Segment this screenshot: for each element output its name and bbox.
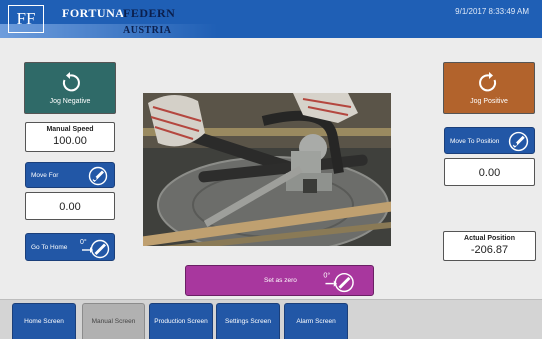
actual-position-caption: Actual Position: [464, 235, 515, 242]
move-for-value-field[interactable]: 0.00: [25, 192, 115, 220]
rotate-ccw-icon: [62, 72, 80, 92]
go-to-home-label: Go To Home: [31, 244, 68, 251]
brand-country: AUSTRIA: [123, 25, 172, 36]
zero-degree-marker: 0°: [323, 270, 330, 279]
dial-icon: [508, 131, 529, 152]
zero-dial-icon: 0°: [80, 238, 110, 259]
datetime-display: 9/1/2017 8:33:49 AM: [455, 7, 529, 16]
move-to-position-label: Move To Position: [450, 138, 500, 145]
zero-degree-marker: 0°: [80, 238, 87, 246]
jog-negative-label: Jog Negative: [49, 98, 91, 105]
nav-production-screen[interactable]: Production Screen: [149, 303, 213, 339]
manual-speed-value: 100.00: [53, 135, 87, 147]
rotate-cw-icon: [479, 72, 497, 92]
manual-speed-caption: Manual Speed: [46, 126, 94, 133]
actual-position-display: Actual Position -206.87: [443, 231, 536, 261]
brand-name-first: FORTUNA: [62, 6, 125, 20]
set-as-zero-button[interactable]: Set as zero 0°: [185, 265, 374, 296]
zero-dial-icon: 0°: [323, 270, 354, 293]
actual-position-value: -206.87: [470, 244, 509, 256]
jog-negative-button[interactable]: Jog Negative: [24, 62, 116, 114]
manual-speed-field[interactable]: Manual Speed 100.00: [25, 122, 115, 152]
go-to-home-button[interactable]: Go To Home 0°: [25, 233, 115, 261]
move-for-label: Move For: [31, 172, 59, 179]
set-as-zero-label: Set as zero: [264, 277, 297, 284]
move-to-position-value-field[interactable]: 0.00: [444, 158, 535, 186]
dial-icon: [88, 166, 108, 186]
jog-positive-button[interactable]: Jog Positive: [443, 62, 535, 114]
nav-home-screen[interactable]: Home Screen: [12, 303, 76, 339]
machine-photo-illustration: [143, 93, 391, 246]
header-bar: FF FORTUNA FEDERN AUSTRIA 9/1/2017 8:33:…: [0, 0, 542, 38]
move-to-position-button[interactable]: Move To Position: [444, 127, 535, 154]
jog-positive-label: Jog Positive: [470, 98, 508, 105]
move-for-button[interactable]: Move For: [25, 162, 115, 188]
bending-machine-photo: [143, 93, 391, 246]
nav-settings-screen[interactable]: Settings Screen: [216, 303, 280, 339]
brand-name-second: FEDERN: [123, 6, 176, 20]
company-logo: FF: [8, 5, 44, 33]
header-bottom-band: [0, 24, 542, 38]
nav-alarm-screen[interactable]: Alarm Screen: [284, 303, 348, 339]
nav-manual-screen[interactable]: Manual Screen: [82, 303, 145, 339]
